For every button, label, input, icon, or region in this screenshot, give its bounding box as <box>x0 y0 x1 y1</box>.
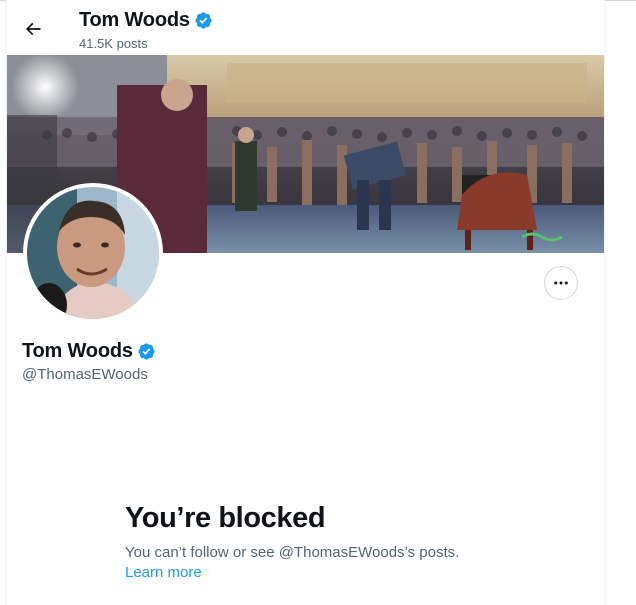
main-column: Tom Woods 41.5K posts Tom Woods @ThomasE… <box>6 0 605 605</box>
header-post-count: 41.5K posts <box>79 36 148 51</box>
avatar-image <box>27 187 159 319</box>
header-text: Tom Woods 41.5K posts <box>79 8 213 52</box>
header-name-row: Tom Woods <box>79 8 213 32</box>
learn-more-link[interactable]: Learn more <box>125 563 202 583</box>
blocked-notice: You’re blocked You can’t follow or see @… <box>125 500 545 583</box>
verified-badge-icon[interactable] <box>194 11 213 30</box>
more-horizontal-icon <box>554 281 568 285</box>
blocked-message: You can’t follow or see @ThomasEWoods’s … <box>125 544 460 561</box>
header-display-name: Tom Woods <box>79 9 190 31</box>
verified-badge-icon[interactable] <box>137 342 156 361</box>
blocked-title: You’re blocked <box>125 502 326 534</box>
profile-handle: @ThomasEWoods <box>22 366 148 383</box>
arrow-left-icon <box>25 22 41 36</box>
profile-page: Tom Woods 41.5K posts Tom Woods @ThomasE… <box>0 0 636 605</box>
profile-name-row: Tom Woods <box>22 339 156 363</box>
more-options-button[interactable] <box>544 266 578 300</box>
back-button[interactable] <box>17 13 49 45</box>
profile-display-name: Tom Woods <box>22 340 133 362</box>
profile-avatar[interactable] <box>23 183 163 323</box>
profile-header: Tom Woods 41.5K posts <box>7 0 604 55</box>
